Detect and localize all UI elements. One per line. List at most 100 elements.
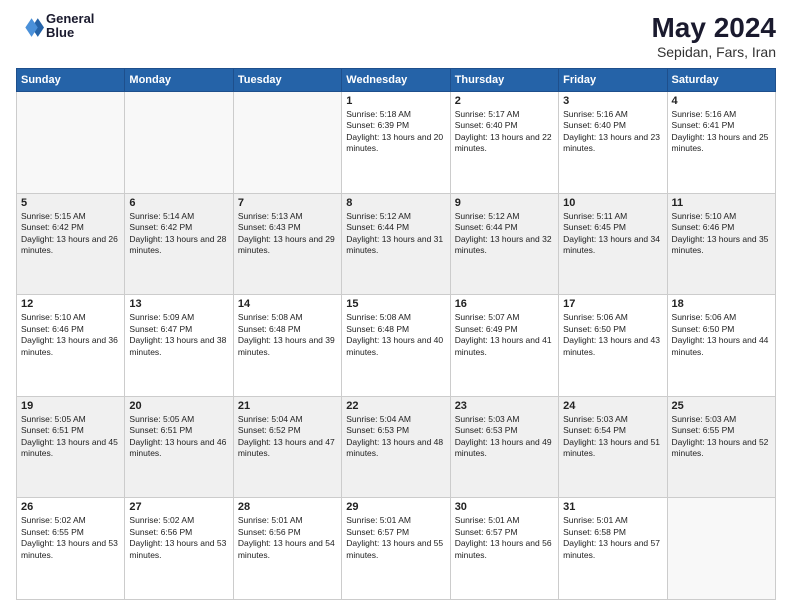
- weekday-header-monday: Monday: [125, 69, 233, 92]
- calendar-cell: 6 Sunrise: 5:14 AMSunset: 6:42 PMDaylight…: [125, 193, 233, 295]
- day-number: 25: [672, 400, 771, 412]
- cell-info: Sunrise: 5:03 AMSunset: 6:54 PMDaylight:…: [563, 414, 662, 460]
- calendar-cell: 3 Sunrise: 5:16 AMSunset: 6:40 PMDaylight…: [559, 92, 667, 194]
- calendar-row-4: 26 Sunrise: 5:02 AMSunset: 6:55 PMDayligh…: [17, 498, 776, 600]
- cell-info: Sunrise: 5:04 AMSunset: 6:52 PMDaylight:…: [238, 414, 337, 460]
- day-number: 12: [21, 298, 120, 310]
- cell-info: Sunrise: 5:02 AMSunset: 6:55 PMDaylight:…: [21, 515, 120, 561]
- calendar-cell: 9 Sunrise: 5:12 AMSunset: 6:44 PMDaylight…: [450, 193, 558, 295]
- cell-info: Sunrise: 5:08 AMSunset: 6:48 PMDaylight:…: [238, 312, 337, 358]
- cell-info: Sunrise: 5:14 AMSunset: 6:42 PMDaylight:…: [129, 211, 228, 257]
- weekday-header-row: SundayMondayTuesdayWednesdayThursdayFrid…: [17, 69, 776, 92]
- cell-info: Sunrise: 5:09 AMSunset: 6:47 PMDaylight:…: [129, 312, 228, 358]
- logo-text: General Blue: [46, 12, 94, 41]
- calendar-cell: 11 Sunrise: 5:10 AMSunset: 6:46 PMDayligh…: [667, 193, 775, 295]
- calendar-row-0: 1Sunrise: 5:18 AMSunset: 6:39 PMDaylight…: [17, 92, 776, 194]
- calendar-cell: 16 Sunrise: 5:07 AMSunset: 6:49 PMDayligh…: [450, 295, 558, 397]
- cell-info: Sunrise: 5:01 AMSunset: 6:56 PMDaylight:…: [238, 515, 337, 561]
- day-number: 7: [238, 197, 337, 209]
- cell-info: Sunrise: 5:01 AMSunset: 6:58 PMDaylight:…: [563, 515, 662, 561]
- cell-info: Sunrise: 5:05 AMSunset: 6:51 PMDaylight:…: [129, 414, 228, 460]
- location-title: Sepidan, Fars, Iran: [651, 44, 776, 60]
- day-number: 13: [129, 298, 228, 310]
- day-number: 3: [563, 95, 662, 107]
- cell-info: Sunrise: 5:07 AMSunset: 6:49 PMDaylight:…: [455, 312, 554, 358]
- calendar-cell: 7 Sunrise: 5:13 AMSunset: 6:43 PMDaylight…: [233, 193, 341, 295]
- day-number: 11: [672, 197, 771, 209]
- calendar-row-2: 12 Sunrise: 5:10 AMSunset: 6:46 PMDayligh…: [17, 295, 776, 397]
- day-number: 29: [346, 501, 445, 513]
- cell-info: Sunrise: 5:03 AMSunset: 6:55 PMDaylight:…: [672, 414, 771, 460]
- calendar-cell: 5Sunrise: 5:15 AMSunset: 6:42 PMDaylight…: [17, 193, 125, 295]
- day-number: 26: [21, 501, 120, 513]
- weekday-header-wednesday: Wednesday: [342, 69, 450, 92]
- cell-info: Sunrise: 5:17 AMSunset: 6:40 PMDaylight:…: [455, 109, 554, 155]
- cell-info: Sunrise: 5:12 AMSunset: 6:44 PMDaylight:…: [346, 211, 445, 257]
- weekday-header-thursday: Thursday: [450, 69, 558, 92]
- day-number: 9: [455, 197, 554, 209]
- day-number: 17: [563, 298, 662, 310]
- title-block: May 2024 Sepidan, Fars, Iran: [651, 12, 776, 60]
- calendar-cell: 13 Sunrise: 5:09 AMSunset: 6:47 PMDayligh…: [125, 295, 233, 397]
- calendar-cell: 2 Sunrise: 5:17 AMSunset: 6:40 PMDaylight…: [450, 92, 558, 194]
- weekday-header-friday: Friday: [559, 69, 667, 92]
- cell-info: Sunrise: 5:01 AMSunset: 6:57 PMDaylight:…: [455, 515, 554, 561]
- day-number: 19: [21, 400, 120, 412]
- calendar-cell: 18 Sunrise: 5:06 AMSunset: 6:50 PMDayligh…: [667, 295, 775, 397]
- day-number: 21: [238, 400, 337, 412]
- day-number: 18: [672, 298, 771, 310]
- calendar-cell: 12 Sunrise: 5:10 AMSunset: 6:46 PMDayligh…: [17, 295, 125, 397]
- calendar-cell: 24 Sunrise: 5:03 AMSunset: 6:54 PMDayligh…: [559, 396, 667, 498]
- calendar-table: SundayMondayTuesdayWednesdayThursdayFrid…: [16, 68, 776, 600]
- day-number: 30: [455, 501, 554, 513]
- day-number: 4: [672, 95, 771, 107]
- day-number: 1: [346, 95, 445, 107]
- calendar-cell: [667, 498, 775, 600]
- logo-line2: Blue: [46, 26, 94, 40]
- calendar-cell: 22 Sunrise: 5:04 AMSunset: 6:53 PMDayligh…: [342, 396, 450, 498]
- cell-info: Sunrise: 5:06 AMSunset: 6:50 PMDaylight:…: [672, 312, 771, 358]
- day-number: 31: [563, 501, 662, 513]
- day-number: 15: [346, 298, 445, 310]
- calendar-cell: 1Sunrise: 5:18 AMSunset: 6:39 PMDaylight…: [342, 92, 450, 194]
- cell-info: Sunrise: 5:02 AMSunset: 6:56 PMDaylight:…: [129, 515, 228, 561]
- calendar-cell: 10Sunrise: 5:11 AMSunset: 6:45 PMDayligh…: [559, 193, 667, 295]
- cell-info: Sunrise: 5:10 AMSunset: 6:46 PMDaylight:…: [21, 312, 120, 358]
- cell-info: Sunrise: 5:01 AMSunset: 6:57 PMDaylight:…: [346, 515, 445, 561]
- calendar-row-1: 5Sunrise: 5:15 AMSunset: 6:42 PMDaylight…: [17, 193, 776, 295]
- cell-info: Sunrise: 5:11 AMSunset: 6:45 PMDaylight:…: [563, 211, 662, 257]
- calendar-cell: 26 Sunrise: 5:02 AMSunset: 6:55 PMDayligh…: [17, 498, 125, 600]
- calendar-cell: [233, 92, 341, 194]
- cell-info: Sunrise: 5:12 AMSunset: 6:44 PMDaylight:…: [455, 211, 554, 257]
- calendar-cell: 17 Sunrise: 5:06 AMSunset: 6:50 PMDayligh…: [559, 295, 667, 397]
- month-title: May 2024: [651, 12, 776, 44]
- calendar-cell: 28 Sunrise: 5:01 AMSunset: 6:56 PMDayligh…: [233, 498, 341, 600]
- weekday-header-saturday: Saturday: [667, 69, 775, 92]
- day-number: 14: [238, 298, 337, 310]
- day-number: 6: [129, 197, 228, 209]
- header: General Blue May 2024 Sepidan, Fars, Ira…: [16, 12, 776, 60]
- cell-info: Sunrise: 5:13 AMSunset: 6:43 PMDaylight:…: [238, 211, 337, 257]
- calendar-cell: [17, 92, 125, 194]
- cell-info: Sunrise: 5:08 AMSunset: 6:48 PMDaylight:…: [346, 312, 445, 358]
- day-number: 22: [346, 400, 445, 412]
- cell-info: Sunrise: 5:10 AMSunset: 6:46 PMDaylight:…: [672, 211, 771, 257]
- day-number: 28: [238, 501, 337, 513]
- calendar-cell: 21 Sunrise: 5:04 AMSunset: 6:52 PMDayligh…: [233, 396, 341, 498]
- cell-info: Sunrise: 5:06 AMSunset: 6:50 PMDaylight:…: [563, 312, 662, 358]
- calendar-cell: 19Sunrise: 5:05 AMSunset: 6:51 PMDayligh…: [17, 396, 125, 498]
- calendar-cell: [125, 92, 233, 194]
- calendar-cell: 20 Sunrise: 5:05 AMSunset: 6:51 PMDayligh…: [125, 396, 233, 498]
- cell-info: Sunrise: 5:16 AMSunset: 6:40 PMDaylight:…: [563, 109, 662, 155]
- calendar-cell: 25 Sunrise: 5:03 AMSunset: 6:55 PMDayligh…: [667, 396, 775, 498]
- calendar-cell: 8Sunrise: 5:12 AMSunset: 6:44 PMDaylight…: [342, 193, 450, 295]
- calendar-cell: 15 Sunrise: 5:08 AMSunset: 6:48 PMDayligh…: [342, 295, 450, 397]
- day-number: 2: [455, 95, 554, 107]
- day-number: 23: [455, 400, 554, 412]
- day-number: 16: [455, 298, 554, 310]
- day-number: 20: [129, 400, 228, 412]
- calendar-cell: 4Sunrise: 5:16 AMSunset: 6:41 PMDaylight…: [667, 92, 775, 194]
- calendar-cell: 14 Sunrise: 5:08 AMSunset: 6:48 PMDayligh…: [233, 295, 341, 397]
- day-number: 24: [563, 400, 662, 412]
- cell-info: Sunrise: 5:04 AMSunset: 6:53 PMDaylight:…: [346, 414, 445, 460]
